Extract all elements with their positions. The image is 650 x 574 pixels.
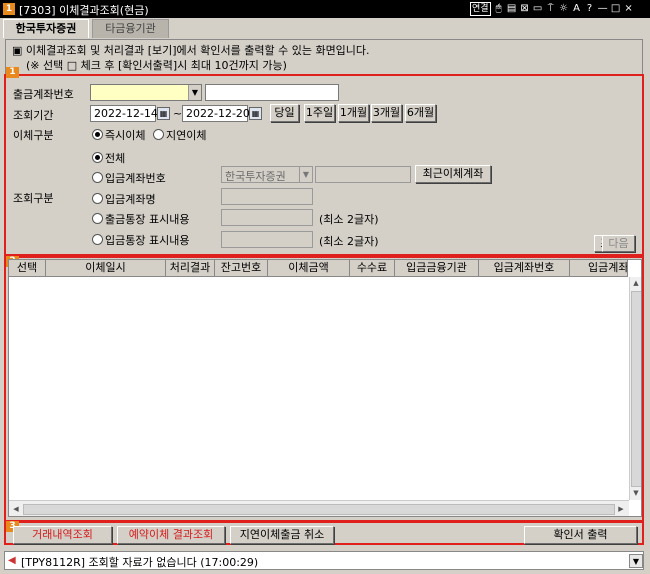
- period-6month-button[interactable]: 6개월: [405, 104, 436, 122]
- radio-query-withdraw-memo-label: 출금통장 표시내용: [105, 213, 190, 226]
- section-search-frame: [4, 74, 644, 256]
- print-confirmation-button[interactable]: 확인서 출력: [524, 526, 637, 544]
- cancel-delayed-button[interactable]: 지연이체출금 취소: [230, 526, 334, 544]
- col-amount[interactable]: 이체금액: [268, 260, 350, 277]
- status-bar: ◀ [TPY8112R] 조회할 자료가 없습니다 (17:00:29) ▼: [4, 551, 644, 570]
- horizontal-scroll-thumb[interactable]: [23, 504, 615, 515]
- radio-query-withdraw-memo[interactable]: [92, 213, 103, 224]
- section-marker-1: 1: [6, 67, 19, 78]
- account-label: 출금계좌번호: [13, 88, 74, 101]
- horizontal-scrollbar[interactable]: ◀ ▶: [9, 500, 629, 516]
- vertical-scrollbar[interactable]: ▲ ▼: [629, 277, 641, 500]
- col-deposit-bank[interactable]: 입금금융기관: [395, 260, 479, 277]
- period-label: 조회기간: [13, 109, 54, 122]
- date-from-input[interactable]: 2022-12-14: [90, 105, 158, 122]
- mouse-icon[interactable]: 🖱: [494, 3, 504, 15]
- col-select[interactable]: 선택: [9, 260, 46, 277]
- account-name-input[interactable]: [205, 84, 339, 101]
- scheduled-result-button[interactable]: 예약이체 결과조회: [117, 526, 225, 544]
- close-icon[interactable]: ×: [624, 3, 634, 15]
- calendar-icon[interactable]: ▦: [249, 107, 262, 120]
- col-fee[interactable]: 수수료: [350, 260, 395, 277]
- radio-query-deposit-account-label: 입금계좌번호: [105, 172, 166, 185]
- query-type-label: 조회구분: [13, 192, 54, 205]
- grid-header: 선택 이체일시 처리결과 잔고번호 이체금액 수수료 입금금융기관 입금계좌번호…: [9, 260, 628, 277]
- bank-select[interactable]: 한국투자증권 ▼: [221, 166, 313, 183]
- title-bar: 1 [7303] 이체결과조회(현금) 연결 🖱 ▤ ⊠ ▭ ⍑ ☼ A ? —…: [0, 0, 650, 18]
- radio-query-all-label: 전체: [105, 152, 126, 165]
- screen-number-badge: 1: [3, 3, 15, 15]
- help-icon[interactable]: ?: [585, 3, 595, 15]
- history-button[interactable]: 거래내역조회: [13, 526, 112, 544]
- col-deposit-account[interactable]: 입금계좌번호: [479, 260, 570, 277]
- window-icon[interactable]: ▭: [533, 3, 543, 15]
- scroll-right-icon[interactable]: ▶: [615, 503, 627, 515]
- radio-immediate-label: 즉시이체: [105, 129, 146, 142]
- date-to-input[interactable]: 2022-12-20: [182, 105, 250, 122]
- radio-query-deposit-name[interactable]: [92, 193, 103, 204]
- deposit-account-input[interactable]: [315, 166, 411, 183]
- radio-query-deposit-memo-label: 입금통장 표시내용: [105, 234, 190, 247]
- info-line-1: ▣ 이체결과조회 및 처리결과 [보기]에서 확인서를 출력할 수 있는 화면입…: [12, 44, 370, 57]
- scroll-left-icon[interactable]: ◀: [10, 503, 22, 515]
- radio-immediate-transfer[interactable]: [92, 129, 103, 140]
- sun-icon[interactable]: ☼: [559, 3, 569, 15]
- tab-other-institutions[interactable]: 타금융기관: [92, 19, 169, 38]
- link-icon[interactable]: 연결: [470, 2, 491, 16]
- col-transfer-datetime[interactable]: 이체일시: [46, 260, 166, 277]
- transfer-type-label: 이체구분: [13, 129, 54, 142]
- account-number-input[interactable]: ▼: [90, 84, 202, 101]
- period-3month-button[interactable]: 3개월: [371, 104, 402, 122]
- period-1month-button[interactable]: 1개월: [338, 104, 369, 122]
- result-grid[interactable]: 선택 이체일시 처리결과 잔고번호 이체금액 수수료 입금금융기관 입금계좌번호…: [8, 259, 642, 517]
- col-deposit-name[interactable]: 입금계좌명: [570, 260, 628, 277]
- maximize-icon[interactable]: □: [611, 3, 621, 15]
- date-tilde: ~: [173, 107, 183, 120]
- radio-query-deposit-memo[interactable]: [92, 234, 103, 245]
- date-from-value: 2022-12-14: [94, 107, 158, 120]
- chevron-down-icon[interactable]: ▼: [299, 167, 312, 182]
- excel-icon[interactable]: ⊠: [520, 3, 530, 15]
- min-chars-note: (최소 2글자): [319, 235, 379, 248]
- scroll-down-icon[interactable]: ▼: [630, 487, 641, 499]
- withdraw-memo-input[interactable]: [221, 209, 313, 226]
- next-button[interactable]: 다음: [602, 235, 635, 252]
- vertical-scroll-thumb[interactable]: [631, 291, 641, 487]
- font-size-icon[interactable]: A: [572, 3, 582, 15]
- scroll-up-icon[interactable]: ▲: [630, 277, 641, 289]
- window-title: [7303] 이체결과조회(현금): [19, 4, 149, 17]
- radio-query-deposit-name-label: 입금계좌명: [105, 193, 156, 206]
- tab-korea-investment[interactable]: 한국투자증권: [3, 19, 89, 38]
- tab-bar: 한국투자증권 타금융기관: [0, 18, 650, 38]
- bank-select-value: 한국투자증권: [225, 170, 286, 183]
- pin-icon[interactable]: ⍑: [546, 3, 556, 15]
- min-chars-note: (최소 2글자): [319, 213, 379, 226]
- col-result[interactable]: 처리결과: [166, 260, 215, 277]
- recent-account-button[interactable]: 최근이체계좌: [415, 165, 491, 183]
- period-today-button[interactable]: 당일: [270, 104, 299, 122]
- status-message: [TPY8112R] 조회할 자료가 없습니다 (17:00:29): [21, 556, 259, 569]
- chevron-down-icon[interactable]: ▼: [188, 85, 201, 100]
- minimize-icon[interactable]: —: [598, 3, 608, 15]
- radio-query-all[interactable]: [92, 152, 103, 163]
- deposit-memo-input[interactable]: [221, 231, 313, 248]
- speaker-icon: ◀: [8, 555, 16, 566]
- print-icon[interactable]: ▤: [507, 3, 517, 15]
- radio-query-deposit-account[interactable]: [92, 172, 103, 183]
- title-toolbar: 연결 🖱 ▤ ⊠ ▭ ⍑ ☼ A ? — □ ×: [470, 2, 634, 16]
- date-to-value: 2022-12-20: [186, 107, 250, 120]
- radio-delayed-transfer[interactable]: [153, 129, 164, 140]
- deposit-name-input[interactable]: [221, 188, 313, 205]
- info-box: ▣ 이체결과조회 및 처리결과 [보기]에서 확인서를 출력할 수 있는 화면입…: [5, 39, 643, 76]
- info-line-2: (※ 선택 □ 체크 후 [확인서출력]시 최대 10건까지 가능): [26, 59, 287, 72]
- radio-delayed-label: 지연이체: [166, 129, 207, 142]
- col-balance-no[interactable]: 잔고번호: [215, 260, 268, 277]
- calendar-icon[interactable]: ▦: [157, 107, 170, 120]
- chevron-down-icon[interactable]: ▼: [629, 554, 643, 568]
- period-1week-button[interactable]: 1주일: [304, 104, 335, 122]
